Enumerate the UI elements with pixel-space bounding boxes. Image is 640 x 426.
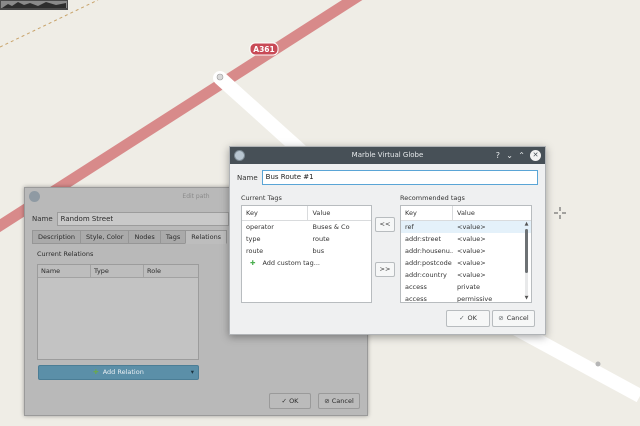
edit-path-ok-button[interactable]: ✓ OK — [269, 393, 311, 409]
table-row[interactable]: ref <value> — [401, 221, 531, 233]
table-row[interactable]: type route — [242, 233, 371, 245]
minimize-icon[interactable]: ⌄ — [506, 147, 513, 164]
tag-value: permissive — [457, 295, 493, 303]
check-icon: ✓ — [459, 314, 465, 322]
table-row[interactable]: access private — [401, 281, 531, 293]
recommended-tags-header: Key Value — [401, 206, 531, 221]
relations-table-header: Name Type Role — [38, 265, 198, 278]
cancel-label: Cancel — [331, 397, 354, 405]
dialog-titlebar[interactable]: Marble Virtual Globe ? ⌄ ⌃ ✕ — [230, 147, 545, 164]
tag-key: addr:housenu... — [405, 247, 453, 255]
maximize-icon[interactable]: ⌃ — [518, 147, 525, 164]
tag-key: operator — [246, 223, 274, 231]
recommended-tags-label: Recommended tags — [400, 194, 465, 202]
road-shield: A361 — [249, 42, 279, 56]
name-label: Name — [32, 215, 53, 223]
recommended-tags-table[interactable]: Key Value ref <value> addr:street <value… — [400, 205, 532, 303]
move-right-button[interactable]: >> — [375, 262, 395, 277]
edit-path-title: Edit path — [182, 193, 210, 200]
tag-value: <value> — [457, 259, 486, 267]
tab-description[interactable]: Description — [32, 230, 82, 244]
cancel-button[interactable]: ⊘ Cancel — [492, 310, 535, 327]
tag-value: route — [312, 235, 330, 243]
column-value[interactable]: Value — [308, 206, 371, 220]
cancel-label: Cancel — [506, 314, 529, 322]
column-name[interactable]: Name — [38, 265, 91, 277]
add-custom-tag-row[interactable]: ✚ Add custom tag... — [242, 257, 371, 269]
tab-tags[interactable]: Tags — [159, 230, 187, 244]
move-left-button[interactable]: << — [375, 217, 395, 232]
current-tags-label: Current Tags — [241, 194, 282, 202]
plus-icon: ✚ — [250, 259, 256, 267]
tag-key: addr:street — [405, 235, 441, 243]
column-type[interactable]: Type — [91, 265, 144, 277]
tag-value: <value> — [457, 271, 486, 279]
edit-path-cancel-button[interactable]: ⊘ Cancel — [318, 393, 360, 409]
add-custom-tag-label: Add custom tag... — [262, 259, 320, 267]
cancel-icon: ⊘ — [498, 314, 504, 322]
column-key[interactable]: Key — [242, 206, 309, 220]
column-key[interactable]: Key — [401, 206, 453, 220]
tag-key: route — [246, 247, 264, 255]
table-row[interactable]: operator Buses & Co — [242, 221, 371, 233]
plus-icon: ✚ — [93, 368, 99, 376]
help-icon[interactable]: ? — [496, 147, 500, 164]
ok-label: OK — [289, 397, 299, 405]
tab-nodes[interactable]: Nodes — [128, 230, 161, 244]
check-icon: ✓ — [281, 397, 290, 405]
tag-value: Buses & Co — [312, 223, 350, 231]
name-field[interactable]: Random Street — [56, 212, 229, 226]
ok-label: OK — [467, 314, 477, 322]
ok-button[interactable]: ✓ OK — [446, 310, 490, 327]
globe-icon — [234, 150, 245, 161]
table-row[interactable]: access permissive — [401, 293, 531, 303]
tag-value: <value> — [457, 247, 486, 255]
table-row[interactable]: addr:country <value> — [401, 269, 531, 281]
tag-key: addr:postcode — [405, 259, 452, 267]
table-row[interactable]: route bus — [242, 245, 371, 257]
tag-value: bus — [312, 247, 325, 255]
table-row[interactable]: addr:street <value> — [401, 233, 531, 245]
relations-table[interactable]: Name Type Role — [37, 264, 199, 360]
chevron-down-icon: ▾ — [190, 368, 194, 376]
relation-tags-dialog: Marble Virtual Globe ? ⌄ ⌃ ✕ Name Bus Ro… — [229, 146, 546, 335]
tag-key: ref — [405, 223, 414, 231]
column-value[interactable]: Value — [453, 206, 523, 220]
tag-key: access — [405, 283, 427, 291]
current-relations-label: Current Relations — [37, 250, 94, 258]
scroll-down-icon[interactable]: ▼ — [523, 295, 530, 302]
tag-key: type — [246, 235, 261, 243]
column-role[interactable]: Role — [144, 265, 198, 277]
scrollbar[interactable]: ▲ ▼ — [523, 221, 530, 302]
name-field[interactable]: Bus Route #1 — [261, 170, 538, 185]
tag-key: addr:country — [405, 271, 447, 279]
road-node[interactable] — [216, 73, 224, 81]
tab-style-color[interactable]: Style, Color — [80, 230, 130, 244]
current-tags-header: Key Value — [242, 206, 371, 221]
add-relation-button[interactable]: ✚ Add Relation ▾ — [38, 365, 199, 380]
tag-value: <value> — [457, 223, 486, 231]
table-row[interactable]: addr:postcode <value> — [401, 257, 531, 269]
add-relation-label: Add Relation — [102, 368, 144, 376]
overview-thumbnail — [0, 0, 68, 10]
scroll-up-icon[interactable]: ▲ — [523, 221, 530, 228]
globe-icon — [29, 191, 40, 202]
tag-value: private — [457, 283, 480, 291]
close-icon[interactable]: ✕ — [530, 150, 541, 161]
tag-key: access — [405, 295, 427, 303]
tag-value: <value> — [457, 235, 486, 243]
name-label: Name — [237, 173, 258, 182]
scroll-thumb[interactable] — [525, 229, 528, 273]
tab-bar: Description Style, Color Nodes Tags Rela… — [32, 230, 228, 244]
dialog-title: Marble Virtual Globe — [351, 151, 424, 159]
current-tags-table[interactable]: Key Value operator Buses & Co type route… — [241, 205, 372, 303]
cancel-icon: ⊘ — [324, 397, 332, 405]
road-node[interactable] — [595, 361, 601, 367]
table-row[interactable]: addr:housenu... <value> — [401, 245, 531, 257]
tab-relations[interactable]: Relations — [185, 230, 228, 244]
road-label: A361 — [253, 45, 274, 54]
crosshair-cursor-icon — [554, 207, 566, 219]
